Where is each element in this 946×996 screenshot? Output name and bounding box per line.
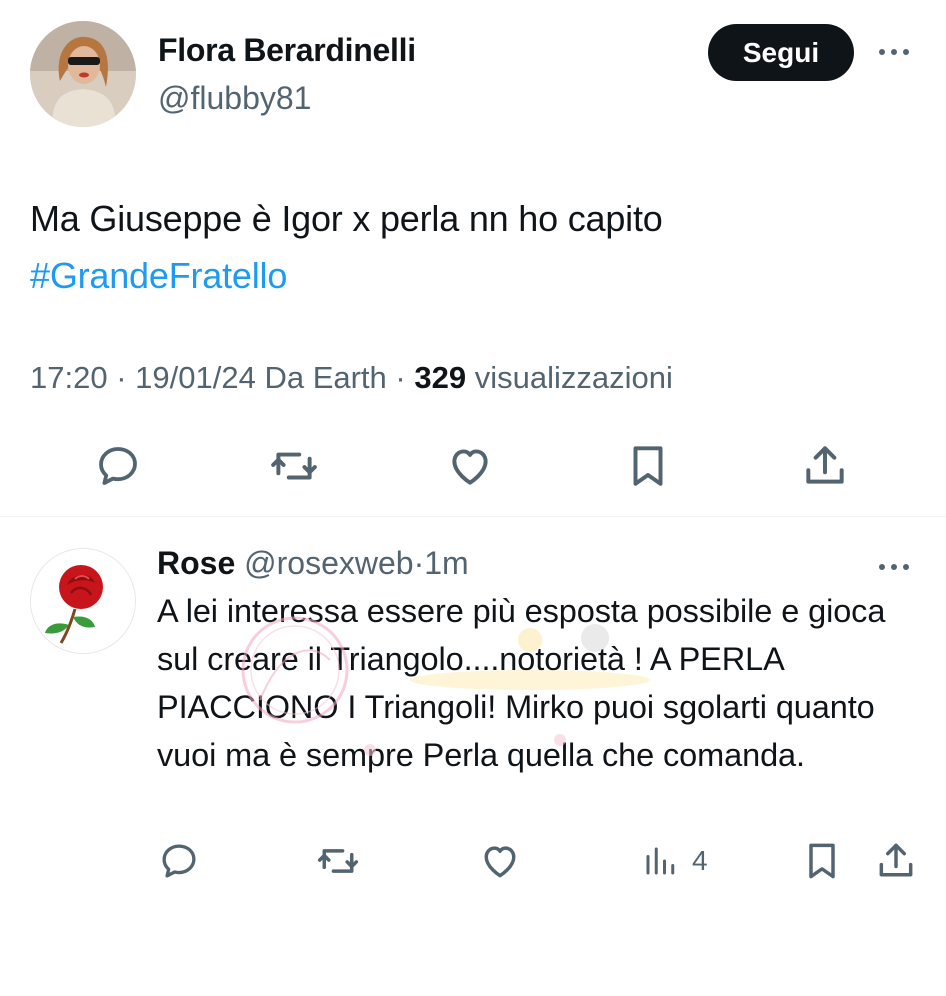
reply-tweet: Rose @rosexweb·1m A lei interessa essere… [0, 517, 946, 996]
views-count: 4 [692, 845, 708, 876]
author-name[interactable]: Flora Berardinelli [158, 32, 416, 69]
views-button[interactable]: 4 [642, 835, 708, 887]
share-icon [879, 843, 913, 877]
meta-separator: · [116, 360, 127, 395]
reply-author-name[interactable]: Rose [157, 545, 235, 581]
analytics-icon [646, 847, 675, 875]
views-count: 329 [414, 360, 467, 395]
bookmark-icon [809, 843, 835, 879]
reply-time[interactable]: 1m [424, 545, 468, 581]
views-label: visualizzazioni [474, 360, 673, 395]
tweet-meta: 17:20 · 19/01/24 Da Earth · 329 visualiz… [30, 360, 673, 396]
reply-header: Rose @rosexweb·1m [157, 545, 469, 582]
author-handle[interactable]: @flubby81 [158, 80, 311, 117]
hashtag-link[interactable]: #GrandeFratello [30, 247, 910, 304]
tweet-text-line: Ma Giuseppe è Igor x perla nn ho capito [30, 198, 663, 239]
tweet-source: Da Earth [264, 360, 387, 395]
tweet-time[interactable]: 17:20 [30, 360, 108, 395]
more-options-icon[interactable] [876, 553, 912, 581]
reply-text: A lei interessa essere più esposta possi… [157, 593, 886, 773]
more-options-icon[interactable] [876, 38, 912, 66]
author-avatar[interactable] [30, 21, 136, 127]
follow-button[interactable]: Segui [708, 24, 854, 81]
like-button[interactable] [444, 438, 496, 494]
reply-icon [99, 447, 137, 485]
reply-button[interactable] [158, 835, 200, 887]
main-tweet: Flora Berardinelli @flubby81 Segui Ma Gi… [0, 0, 946, 516]
tweet-text: Ma Giuseppe è Igor x perla nn ho capito … [30, 190, 910, 304]
share-icon [806, 446, 844, 484]
share-button[interactable] [874, 835, 918, 887]
tweet-actions [0, 438, 946, 494]
retweet-button[interactable] [268, 438, 320, 494]
meta-separator: · [395, 360, 406, 395]
tweet-date[interactable]: 19/01/24 [135, 360, 256, 395]
bookmark-icon [633, 446, 663, 486]
share-button[interactable] [799, 438, 851, 494]
retweet-icon [317, 849, 359, 873]
retweet-icon [271, 452, 317, 480]
retweet-button[interactable] [316, 835, 360, 887]
reply-author-handle[interactable]: @rosexweb [244, 545, 413, 581]
header-separator: · [413, 545, 425, 581]
heart-icon [452, 449, 488, 485]
heart-icon [484, 846, 516, 878]
like-button[interactable] [478, 835, 522, 887]
reply-button[interactable] [92, 438, 144, 494]
reply-icon [162, 844, 196, 878]
reply-author-avatar[interactable] [30, 548, 136, 654]
bookmark-button[interactable] [800, 835, 844, 887]
reply-actions: 4 [0, 835, 946, 887]
bookmark-button[interactable] [622, 438, 674, 494]
